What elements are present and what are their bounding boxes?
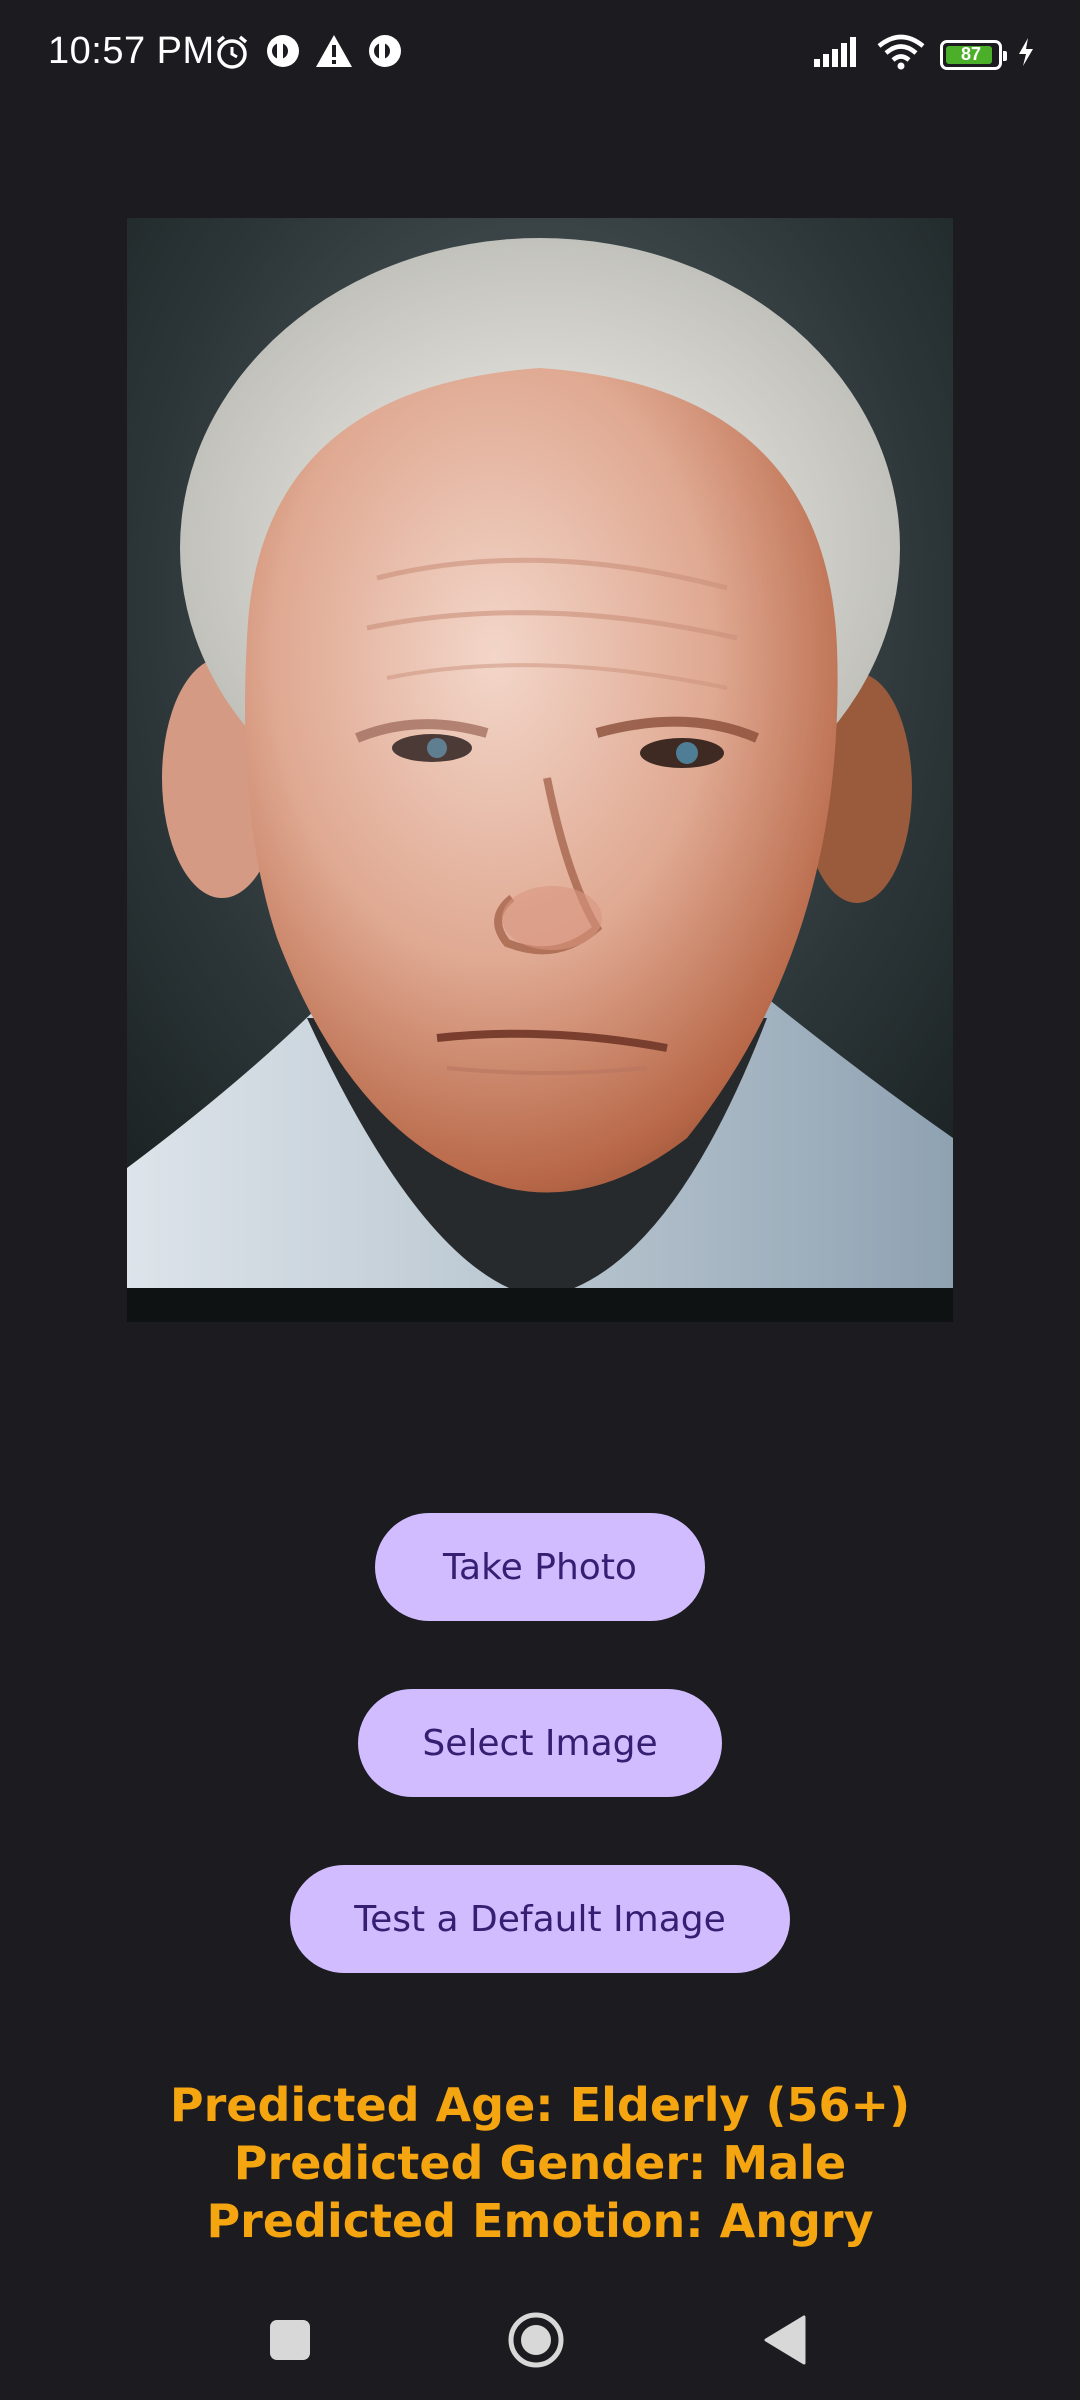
status-time: 10:57 PM: [48, 30, 215, 72]
app-screen: 10:57 PM 87 Take Photo Select Image Test…: [0, 0, 1080, 2400]
predicted-emotion: Predicted Emotion: Angry: [206, 2194, 874, 2248]
take-photo-button[interactable]: Take Photo: [375, 1513, 705, 1621]
home-icon[interactable]: [504, 2308, 568, 2372]
predicted-age: Predicted Age: Elderly (56+): [169, 2078, 911, 2132]
navigation-bar: [0, 2280, 1080, 2400]
system-icons: 87: [812, 34, 1036, 75]
signal-icon: [812, 35, 862, 74]
predicted-gender: Predicted Gender: Male: [233, 2136, 847, 2190]
wifi-icon: [876, 34, 926, 75]
notification-icons: [212, 32, 404, 72]
app-notification-icon: [264, 32, 302, 72]
app-notification-icon: [366, 32, 404, 72]
warning-icon: [314, 32, 354, 72]
select-image-button[interactable]: Select Image: [358, 1689, 722, 1797]
charging-icon: [1016, 36, 1036, 73]
back-icon[interactable]: [752, 2308, 816, 2372]
prediction-results: Predicted Age: Elderly (56+) Predicted G…: [0, 2076, 1080, 2250]
alarm-icon: [212, 32, 252, 72]
selected-photo: [127, 218, 953, 1322]
battery-icon: 87: [940, 39, 1007, 70]
test-default-image-button[interactable]: Test a Default Image: [290, 1865, 790, 1973]
recents-icon[interactable]: [258, 2308, 322, 2372]
status-bar: 10:57 PM 87: [0, 0, 1080, 110]
battery-level: 87: [960, 44, 982, 64]
